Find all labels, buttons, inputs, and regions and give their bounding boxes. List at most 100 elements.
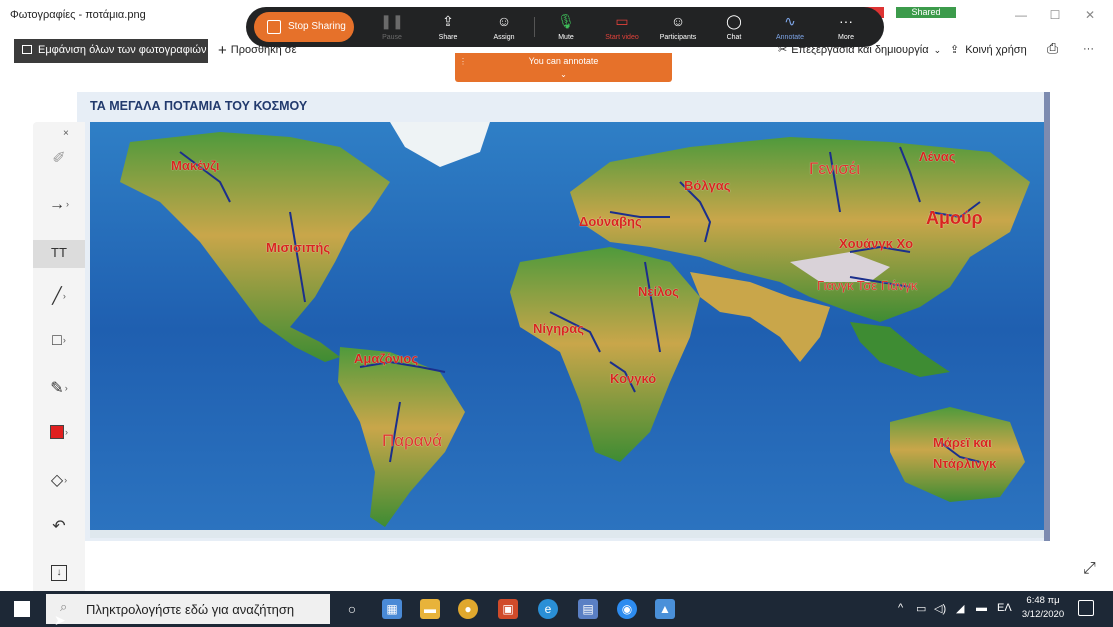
color-swatch [50, 425, 64, 439]
mute-label: Mute [558, 34, 574, 41]
participants-icon: ☺ [670, 13, 686, 29]
undo-icon: ↶ [52, 518, 66, 535]
view-all-photos-button[interactable]: Εμφάνιση όλων των φωτογραφιών [14, 39, 208, 63]
annotate-banner[interactable]: ⋮ You can annotate ⌄ [455, 53, 672, 82]
task-view-icon[interactable]: ▦ [382, 599, 402, 619]
river-label: Νείλος [638, 284, 679, 299]
text-tool-button[interactable]: TT [33, 240, 85, 268]
chrome-icon[interactable]: ● [458, 599, 478, 619]
microphone-icon: 🎙 [557, 13, 575, 29]
eraser-tool-button[interactable]: ◇› [33, 470, 85, 498]
river-label: Γιανγκ Τσε Γιάνγκ [817, 278, 918, 293]
river-label: Νίγηρας [533, 321, 584, 336]
zoom-share-toolbar: Stop Sharing ❚❚ Pause ⇪ Share ☺ Assign 🎙 Mut… [246, 7, 884, 47]
more-button[interactable]: ··· More [824, 12, 868, 41]
system-clock[interactable]: 6:48 πμ 3/12/2020 [1018, 594, 1068, 622]
river-label: Γενισέι [809, 159, 861, 178]
screen: Φωτογραφίες - ποτάμια.png — ☐ ✕ Εμφάνιση… [0, 0, 1113, 627]
plus-icon: + [218, 42, 227, 59]
pen-tool-button[interactable]: ✎› [33, 378, 85, 406]
annotate-button[interactable]: ∿ Annotate [768, 12, 812, 41]
start-video-label: Start video [605, 34, 639, 41]
windows-start-icon[interactable] [14, 601, 30, 617]
river-label: Βόλγας [684, 178, 731, 193]
person-icon: ☺ [496, 13, 512, 29]
assign-button[interactable]: ☺ Assign [482, 12, 526, 41]
zoom-app-icon[interactable]: ◉ [617, 599, 637, 619]
stop-sharing-label: Stop Sharing [288, 21, 346, 32]
river-label: Μισισιπής [266, 240, 331, 255]
arrow-icon: → [49, 196, 65, 213]
more-icon: ··· [839, 13, 853, 29]
assign-label: Assign [493, 34, 515, 41]
more-options-button[interactable]: ··· [1083, 43, 1094, 55]
chevron-right-icon: › [62, 291, 66, 301]
share-label: Share [438, 34, 458, 41]
stop-sharing-button[interactable]: Stop Sharing [254, 12, 354, 42]
chevron-right-icon: › [64, 475, 68, 485]
chevron-down-icon: ⌄ [560, 70, 567, 79]
select-tool-button[interactable]: ✐ [33, 148, 85, 176]
arrow-tool-button[interactable]: →› [33, 196, 85, 224]
text-icon: TT [51, 245, 67, 260]
river-label: Αμαζόνιος [354, 351, 419, 366]
network-icon[interactable]: ◢ [956, 602, 964, 615]
view-all-label: Εμφάνιση όλων των φωτογραφιών [38, 44, 207, 56]
eraser-icon: ◇ [50, 472, 64, 489]
taskbar-search-box[interactable]: ⌕ Πληκτρολογήστε εδώ για αναζήτηση [46, 594, 330, 624]
pause-label: Pause [382, 34, 402, 41]
volume-icon[interactable]: ◁) [934, 602, 946, 615]
start-video-button[interactable]: ▭ Start video [600, 12, 644, 41]
windows-taskbar: ⌕ Πληκτρολογήστε εδώ για αναζήτηση ○ ▦ ▬… [0, 591, 1113, 627]
color-picker-button[interactable]: › [33, 424, 85, 452]
share-screen-button[interactable]: ⇪ Share [426, 12, 470, 41]
undo-button[interactable]: ↶ [33, 516, 85, 544]
share-label: Κοινή χρήση [965, 44, 1027, 56]
antarctica-strip [90, 530, 1044, 538]
pen-icon: ✎ [50, 380, 64, 397]
search-placeholder: Πληκτρολογήστε εδώ για αναζήτηση [86, 602, 295, 617]
notification-icon[interactable] [1078, 600, 1094, 616]
maximize-button[interactable]: ☐ [1040, 8, 1070, 22]
image-border [1044, 92, 1050, 541]
line-icon: ╱ [52, 288, 62, 305]
pause-button[interactable]: ❚❚ Pause [370, 12, 414, 41]
chat-button[interactable]: ◯ Chat [712, 12, 756, 41]
cortana-icon[interactable]: ○ [342, 599, 362, 619]
expand-icon[interactable]: ⤢ [1083, 560, 1096, 578]
notes-icon[interactable]: ▤ [578, 599, 598, 619]
keyboard-icon[interactable]: ▬ [976, 602, 987, 614]
river-label: Δούναβης [579, 214, 642, 229]
chevron-right-icon: › [62, 335, 66, 345]
select-icon: ✐ [52, 150, 66, 167]
chevron-down-icon: ⌄ [933, 45, 942, 55]
share-icon: ⇪ [950, 44, 960, 56]
minimize-button[interactable]: — [1006, 8, 1036, 22]
line-tool-button[interactable]: ╱› [33, 286, 85, 314]
close-button[interactable]: ✕ [1075, 8, 1105, 22]
powerpoint-icon[interactable]: ▣ [498, 599, 518, 619]
clock-date: 3/12/2020 [1021, 609, 1065, 620]
map-title: ΤΑ ΜΕΓΑΛΑ ΠΟΤΑΜΙΑ ΤΟΥ ΚΟΣΜΟΥ [90, 99, 308, 113]
chevron-up-icon[interactable]: ^ [898, 602, 903, 614]
close-palette-button[interactable]: × [63, 128, 69, 139]
language-indicator[interactable]: ΕΛ [997, 602, 1012, 614]
file-explorer-icon[interactable]: ▬ [420, 599, 440, 619]
mute-button[interactable]: 🎙 Mute [544, 12, 588, 41]
battery-icon[interactable]: ▭ [916, 602, 926, 615]
share-button[interactable]: ⇪ Κοινή χρήση [950, 43, 1027, 56]
annotate-label: Annotate [775, 34, 805, 41]
save-button[interactable]: ↓ [33, 562, 85, 590]
photo-viewer-image: ΤΑ ΜΕΓΑΛΑ ΠΟΤΑΜΙΑ ΤΟΥ ΚΟΣΜΟΥ Μακένζι Μισ… [77, 92, 1050, 541]
participants-button[interactable]: ☺ Participants [656, 12, 700, 41]
edge-icon[interactable]: e [538, 599, 558, 619]
pause-icon: ❚❚ [380, 13, 404, 29]
river-label: Κονγκό [610, 371, 657, 386]
printer-icon[interactable]: ⎙ [1047, 40, 1058, 57]
river-label: Μάρεϊ και [933, 435, 992, 450]
toolbar-divider [534, 17, 535, 37]
chevron-right-icon: › [64, 383, 68, 393]
rectangle-tool-button[interactable]: □› [33, 332, 85, 360]
river-label: Μακένζι [171, 158, 220, 173]
photos-app-icon[interactable]: ▲ [655, 599, 675, 619]
